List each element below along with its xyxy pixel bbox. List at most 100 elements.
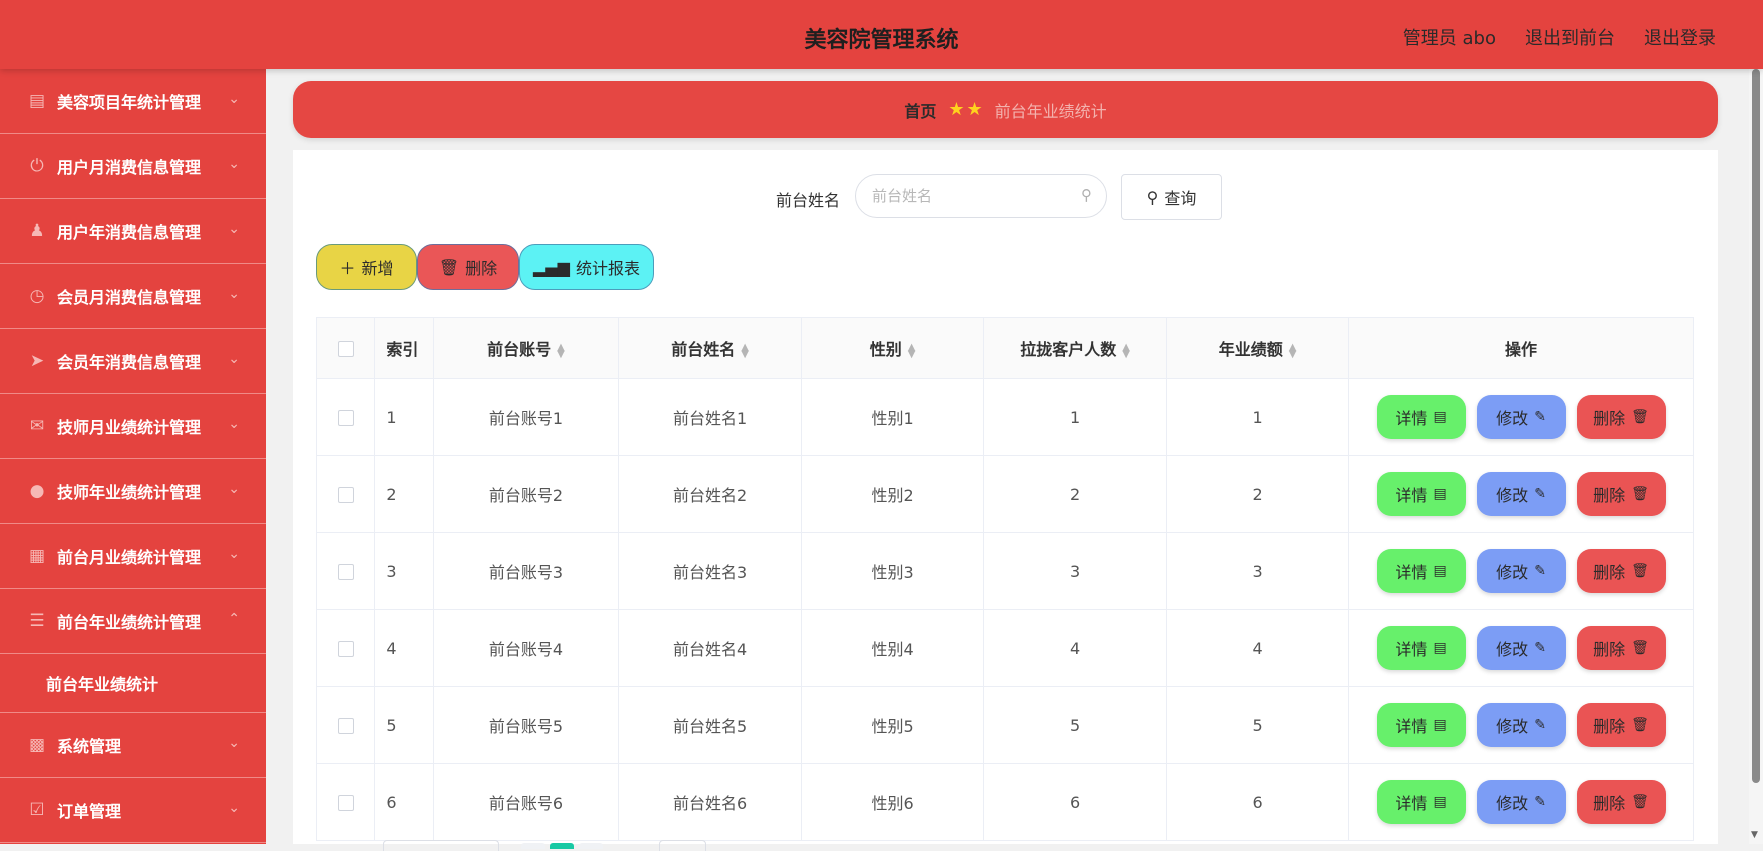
document-icon: ▤ bbox=[1433, 640, 1447, 656]
row-actions-cell: 详情 ▤ 修改 ✎ 删除 🗑 bbox=[1348, 686, 1694, 764]
column-header-label: 前台账号 bbox=[487, 340, 552, 359]
select-all-cell bbox=[315, 317, 376, 379]
column-header-name[interactable]: 前台姓名 ▲ ▼ bbox=[618, 317, 803, 379]
select-all-checkbox[interactable] bbox=[337, 341, 354, 357]
next-page-button[interactable] bbox=[579, 842, 603, 849]
row-checkbox[interactable] bbox=[337, 410, 354, 426]
search-icon: ⚲ bbox=[1146, 187, 1159, 207]
sidebar-item-orders[interactable]: ☑ 订单管理 ⌄ bbox=[0, 778, 266, 843]
page-size-select[interactable] bbox=[383, 840, 499, 851]
cell-account: 前台账号6 bbox=[432, 763, 620, 841]
column-header-label: 年业绩额 bbox=[1218, 340, 1283, 359]
detail-button[interactable]: 详情 ▤ bbox=[1376, 703, 1466, 747]
row-checkbox[interactable] bbox=[337, 487, 354, 503]
detail-button[interactable]: 详情 ▤ bbox=[1376, 549, 1466, 593]
logout-link[interactable]: 退出登录 bbox=[1644, 24, 1716, 50]
edit-button[interactable]: 修改 ✎ bbox=[1476, 395, 1566, 439]
cell-gender: 性别3 bbox=[801, 532, 985, 610]
row-delete-button[interactable]: 删除 🗑 bbox=[1576, 395, 1666, 439]
row-checkbox[interactable] bbox=[337, 718, 354, 734]
detail-button[interactable]: 详情 ▤ bbox=[1376, 626, 1466, 670]
row-checkbox[interactable] bbox=[337, 564, 354, 580]
sort-icon[interactable]: ▲ ▼ bbox=[557, 342, 565, 359]
chart-icon: ▦ bbox=[28, 546, 46, 566]
column-header-gender[interactable]: 性别 ▲ ▼ bbox=[801, 317, 985, 379]
column-header-amount[interactable]: 年业绩额 ▲ ▼ bbox=[1166, 317, 1350, 379]
vertical-scrollbar[interactable]: ▼ bbox=[1749, 69, 1763, 844]
cell-index: 4 bbox=[374, 609, 434, 687]
page-button-active[interactable] bbox=[550, 842, 574, 849]
sidebar-item-tech-monthly[interactable]: ✉ 技师月业绩统计管理 ⌄ bbox=[0, 394, 266, 459]
stats-report-button[interactable]: ▂▄▆ 统计报表 bbox=[519, 244, 654, 290]
sidebar-item-user-monthly[interactable]: ⏻ 用户月消费信息管理 ⌄ bbox=[0, 134, 266, 199]
sidebar-item-member-monthly[interactable]: ◷ 会员月消费信息管理 ⌄ bbox=[0, 264, 266, 329]
sidebar-item-beauty-project-yearly[interactable]: ▤ 美容项目年统计管理 ⌄ bbox=[0, 69, 266, 134]
table-body: 1 前台账号1 前台姓名1 性别1 1 1 详情 ▤ 修改 ✎ 删除 🗑 2 前台账号2 前台姓名2 性别2 2… bbox=[315, 378, 1694, 841]
row-actions-cell: 详情 ▤ 修改 ✎ 删除 🗑 bbox=[1348, 455, 1694, 533]
cell-name: 前台姓名1 bbox=[618, 378, 803, 456]
chevron-down-icon: ⌄ bbox=[228, 156, 240, 172]
edit-button[interactable]: 修改 ✎ bbox=[1476, 549, 1566, 593]
search-label: 前台姓名 bbox=[776, 191, 841, 210]
sidebar-item-system[interactable]: ▩ 系统管理 ⌄ bbox=[0, 713, 266, 778]
admin-user-link[interactable]: 管理员 abo bbox=[1403, 24, 1496, 50]
row-delete-button[interactable]: 删除 🗑 bbox=[1576, 780, 1666, 824]
query-button[interactable]: ⚲ 查询 bbox=[1121, 174, 1222, 220]
cell-index: 6 bbox=[374, 763, 434, 841]
detail-button[interactable]: 详情 ▤ bbox=[1376, 780, 1466, 824]
cell-amount: 4 bbox=[1166, 609, 1350, 687]
submenu-front-yearly-stats[interactable]: 前台年业绩统计 bbox=[0, 654, 266, 713]
trash-icon: 🗑 bbox=[1631, 717, 1649, 733]
breadcrumb-home[interactable]: 首页 bbox=[904, 98, 936, 122]
row-checkbox[interactable] bbox=[337, 795, 354, 811]
row-delete-button[interactable]: 删除 🗑 bbox=[1576, 472, 1666, 516]
cell-name: 前台姓名2 bbox=[618, 455, 803, 533]
cell-gender: 性别1 bbox=[801, 378, 985, 456]
sort-icon[interactable]: ▲ ▼ bbox=[1122, 342, 1130, 359]
trash-icon: 🗑 bbox=[1631, 409, 1649, 425]
page-jump-input[interactable] bbox=[659, 840, 706, 851]
sidebar-item-label: 用户月消费信息管理 bbox=[57, 158, 202, 177]
column-header-account[interactable]: 前台账号 ▲ ▼ bbox=[432, 317, 620, 379]
edit-button[interactable]: 修改 ✎ bbox=[1476, 703, 1566, 747]
row-delete-button[interactable]: 删除 🗑 bbox=[1576, 626, 1666, 670]
sidebar-item-front-monthly[interactable]: ▦ 前台月业绩统计管理 ⌄ bbox=[0, 524, 266, 589]
back-to-front-link[interactable]: 退出到前台 bbox=[1525, 24, 1615, 50]
document-icon: ▤ bbox=[1433, 794, 1447, 810]
sidebar-item-front-yearly[interactable]: ☰ 前台年业绩统计管理 ⌃ bbox=[0, 589, 266, 654]
detail-button[interactable]: 详情 ▤ bbox=[1376, 472, 1466, 516]
query-button-label: 查询 bbox=[1164, 189, 1197, 208]
location-icon: ● bbox=[29, 481, 45, 501]
row-checkbox[interactable] bbox=[337, 641, 354, 657]
action-toolbar: ＋ 新增 🗑 删除 ▂▄▆ 统计报表 bbox=[316, 244, 654, 290]
sort-icon[interactable]: ▲ ▼ bbox=[1289, 342, 1297, 359]
sidebar-item-label: 会员月消费信息管理 bbox=[57, 288, 202, 307]
column-header-customers[interactable]: 拉拢客户人数 ▲ ▼ bbox=[983, 317, 1168, 379]
scroll-down-arrow-icon[interactable]: ▼ bbox=[1751, 830, 1758, 840]
table-row: 2 前台账号2 前台姓名2 性别2 2 2 详情 ▤ 修改 ✎ 删除 🗑 bbox=[315, 455, 1694, 533]
trash-icon: 🗑 bbox=[1631, 640, 1649, 656]
scrollbar-thumb[interactable] bbox=[1752, 69, 1760, 783]
edit-button[interactable]: 修改 ✎ bbox=[1476, 780, 1566, 824]
batch-delete-button[interactable]: 🗑 删除 bbox=[417, 244, 519, 290]
detail-button[interactable]: 详情 ▤ bbox=[1376, 395, 1466, 439]
sidebar-item-tech-yearly[interactable]: ● 技师年业绩统计管理 ⌄ bbox=[0, 459, 266, 524]
search-input[interactable] bbox=[855, 174, 1107, 218]
edit-button[interactable]: 修改 ✎ bbox=[1476, 472, 1566, 516]
cell-account: 前台账号5 bbox=[432, 686, 620, 764]
trash-icon: 🗑 bbox=[1631, 486, 1649, 502]
sidebar-item-user-yearly[interactable]: ♟ 用户年消费信息管理 ⌄ bbox=[0, 199, 266, 264]
breadcrumb-current: 前台年业绩统计 bbox=[994, 101, 1107, 121]
chevron-up-icon: ⌃ bbox=[228, 611, 240, 627]
star-icon: ★ bbox=[966, 99, 983, 120]
sidebar-item-member-yearly[interactable]: ➤ 会员年消费信息管理 ⌄ bbox=[0, 329, 266, 394]
detail-button-label: 详情 bbox=[1395, 717, 1428, 736]
add-button[interactable]: ＋ 新增 bbox=[316, 244, 417, 290]
sort-icon[interactable]: ▲ ▼ bbox=[908, 342, 916, 359]
prev-page-button[interactable] bbox=[521, 842, 545, 849]
sort-icon[interactable]: ▲ ▼ bbox=[741, 342, 749, 359]
cell-name: 前台姓名3 bbox=[618, 532, 803, 610]
edit-button[interactable]: 修改 ✎ bbox=[1476, 626, 1566, 670]
row-delete-button[interactable]: 删除 🗑 bbox=[1576, 549, 1666, 593]
row-delete-button[interactable]: 删除 🗑 bbox=[1576, 703, 1666, 747]
